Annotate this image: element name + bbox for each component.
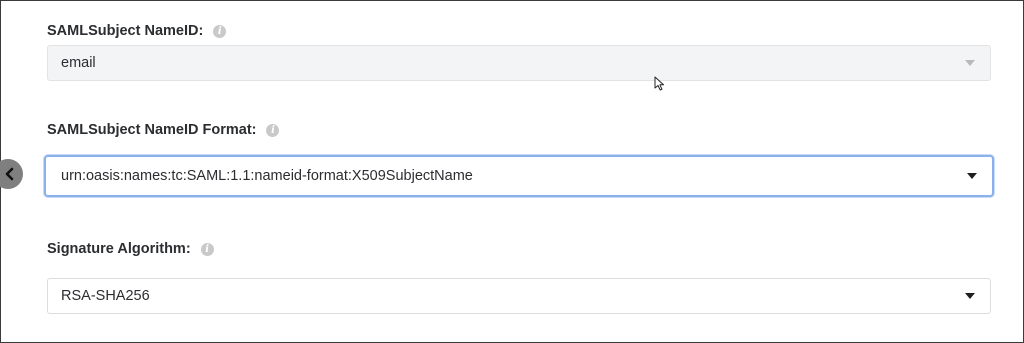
- signature-algorithm-label-text: Signature Algorithm:: [47, 241, 191, 257]
- saml-subject-nameid-label: SAMLSubject NameID: i: [47, 23, 227, 39]
- saml-subject-nameid-format-value: urn:oasis:names:tc:SAML:1.1:nameid-forma…: [61, 168, 473, 184]
- signature-algorithm-select[interactable]: RSA-SHA256: [47, 278, 991, 314]
- signature-algorithm-value: RSA-SHA256: [61, 288, 150, 304]
- info-icon[interactable]: i: [213, 24, 227, 38]
- caret-down-icon: [967, 173, 977, 179]
- saml-subject-nameid-value: email: [61, 55, 96, 71]
- collapse-sidebar-button[interactable]: [0, 159, 23, 189]
- saml-subject-nameid-label-text: SAMLSubject NameID:: [47, 23, 204, 39]
- caret-down-icon: [965, 60, 975, 66]
- chevron-left-icon: [5, 167, 14, 181]
- info-icon[interactable]: i: [200, 242, 214, 256]
- saml-subject-nameid-format-select[interactable]: urn:oasis:names:tc:SAML:1.1:nameid-forma…: [44, 155, 994, 197]
- settings-panel: SAMLSubject NameID: i email SAMLSubject …: [0, 0, 1024, 343]
- saml-subject-nameid-format-label: SAMLSubject NameID Format: i: [47, 122, 280, 138]
- saml-subject-nameid-format-label-text: SAMLSubject NameID Format:: [47, 122, 257, 138]
- saml-subject-nameid-select[interactable]: email: [47, 45, 991, 81]
- signature-algorithm-label: Signature Algorithm: i: [47, 241, 214, 257]
- info-icon[interactable]: i: [266, 123, 280, 137]
- mouse-pointer-icon: [654, 76, 664, 91]
- caret-down-icon: [965, 293, 975, 299]
